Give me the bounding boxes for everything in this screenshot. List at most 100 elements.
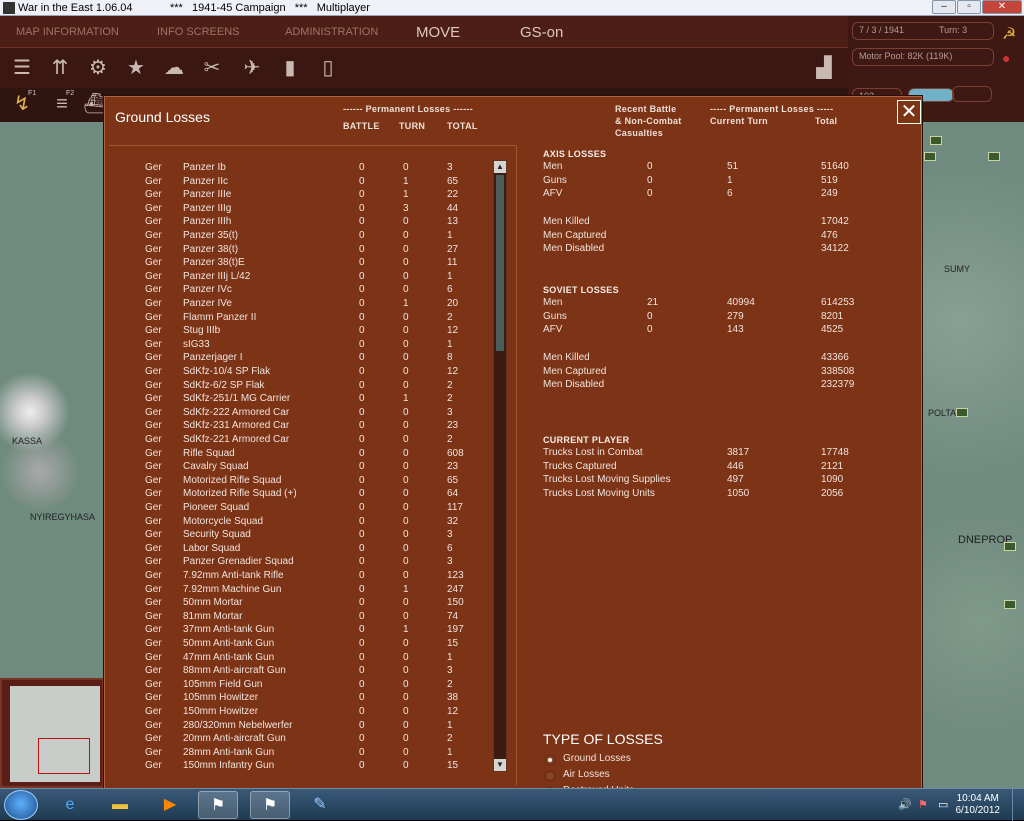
weather-icon[interactable]: ☁: [160, 54, 188, 82]
table-row[interactable]: Ger Panzer IIc 0 1 65: [109, 176, 489, 190]
supply-icon[interactable]: ✂: [198, 54, 226, 82]
minimize-button[interactable]: –: [932, 0, 956, 14]
scrollbar[interactable]: ▲ ▼: [493, 160, 507, 772]
summary-row: AFV 0 143 4525: [543, 324, 903, 338]
table-row[interactable]: Ger Motorized Rifle Squad (+) 0 0 64: [109, 488, 489, 502]
table-row[interactable]: Ger SdKfz-231 Armored Car 0 0 23: [109, 420, 489, 434]
close-panel-button[interactable]: ✕: [897, 100, 921, 124]
map-unit[interactable]: [930, 136, 942, 145]
network-icon[interactable]: ▭: [938, 798, 948, 811]
table-row[interactable]: Ger 280/320mm Nebelwerfer 0 0 1: [109, 720, 489, 734]
table-row[interactable]: Ger 88mm Anti-aircraft Gun 0 0 3: [109, 665, 489, 679]
map-unit[interactable]: [924, 152, 936, 161]
table-row[interactable]: Ger SdKfz-221 Armored Car 0 0 2: [109, 434, 489, 448]
map-unit[interactable]: [1004, 600, 1016, 609]
menu-administration[interactable]: ADMINISTRATION: [285, 26, 378, 38]
maximize-button[interactable]: ▫: [957, 0, 981, 14]
table-row[interactable]: Ger Panzer 38(t)E 0 0 11: [109, 257, 489, 271]
table-row[interactable]: Ger Panzer 38(t) 0 0 27: [109, 244, 489, 258]
table-row[interactable]: Ger 105mm Field Gun 0 0 2: [109, 679, 489, 693]
menu-info-screens[interactable]: INFO SCREENS: [157, 26, 240, 38]
table-row[interactable]: Ger Flamm Panzer II 0 0 2: [109, 312, 489, 326]
table-row[interactable]: Ger Security Squad 0 0 3: [109, 529, 489, 543]
move-button[interactable]: MOVE: [416, 24, 460, 41]
table-row[interactable]: Ger Panzer IVc 0 0 6: [109, 284, 489, 298]
summary-row: Trucks Captured 446 2121: [543, 461, 903, 475]
close-window-button[interactable]: ✕: [982, 0, 1022, 14]
map-unit[interactable]: [988, 152, 1000, 161]
losses-list[interactable]: Ger Panzer Ib 0 0 3 Ger Panzer IIc 0 1 65 Ger Panze…: [109, 145, 517, 785]
paint-icon[interactable]: ✎: [300, 791, 340, 819]
table-row[interactable]: Ger 105mm Howitzer 0 0 38: [109, 692, 489, 706]
table-row[interactable]: Ger 50mm Mortar 0 0 150: [109, 597, 489, 611]
radio-dot-icon[interactable]: [545, 755, 555, 765]
scroll-thumb[interactable]: [496, 175, 504, 351]
table-row[interactable]: Ger Labor Squad 0 0 6: [109, 543, 489, 557]
table-row[interactable]: Ger 150mm Infantry Gun 0 0 15: [109, 760, 489, 774]
fuel-icon[interactable]: ▮: [276, 54, 304, 82]
table-row[interactable]: Ger Panzer IVe 0 1 20: [109, 298, 489, 312]
volume-icon[interactable]: 🔊: [898, 798, 912, 811]
row-unit-name: Pioneer Squad: [183, 502, 250, 513]
units-icon[interactable]: ⇈: [46, 54, 74, 82]
row-turn: 0: [403, 406, 409, 418]
table-row[interactable]: Ger Rifle Squad 0 0 608: [109, 448, 489, 462]
action-center-icon[interactable]: ⚑: [918, 798, 928, 811]
table-row[interactable]: Ger Panzer 35(t) 0 0 1: [109, 230, 489, 244]
gear-icon[interactable]: ⚙: [84, 54, 112, 82]
table-row[interactable]: Ger 47mm Anti-tank Gun 0 0 1: [109, 652, 489, 666]
table-row[interactable]: Ger Panzer Ib 0 0 3: [109, 162, 489, 176]
game-task-icon[interactable]: ⚑: [198, 791, 238, 819]
row-turn: 0: [403, 447, 409, 459]
table-row[interactable]: Ger 28mm Anti-tank Gun 0 0 1: [109, 747, 489, 761]
media-icon[interactable]: ▶: [150, 791, 190, 819]
ie-icon[interactable]: e: [50, 791, 90, 819]
table-row[interactable]: Ger Panzer IIIg 0 3 44: [109, 203, 489, 217]
table-row[interactable]: Ger 81mm Mortar 0 0 74: [109, 611, 489, 625]
table-row[interactable]: Ger SdKfz-10/4 SP Flak 0 0 12: [109, 366, 489, 380]
chart-icon[interactable]: ▟: [810, 54, 838, 82]
table-row[interactable]: Ger Pioneer Squad 0 0 117: [109, 502, 489, 516]
stack-icon[interactable]: ☰: [8, 54, 36, 82]
minimap[interactable]: [0, 678, 104, 788]
folder-icon[interactable]: ▬: [100, 791, 140, 819]
menu-map-information[interactable]: MAP INFORMATION: [16, 26, 119, 38]
table-row[interactable]: Ger 7.92mm Machine Gun 0 1 247: [109, 584, 489, 598]
document-icon[interactable]: ▯: [314, 54, 342, 82]
table-row[interactable]: Ger 20mm Anti-aircraft Gun 0 0 2: [109, 733, 489, 747]
minimap-viewport[interactable]: [38, 738, 90, 774]
table-row[interactable]: Ger Motorcycle Squad 0 0 32: [109, 516, 489, 530]
table-row[interactable]: Ger sIG33 0 0 1: [109, 339, 489, 353]
gs-on-button[interactable]: GS-on: [520, 24, 563, 41]
table-row[interactable]: Ger Panzerjager I 0 0 8: [109, 352, 489, 366]
radio-dot-icon[interactable]: [545, 771, 555, 781]
table-row[interactable]: Ger Panzer IIIh 0 0 13: [109, 216, 489, 230]
star-icon[interactable]: ★: [122, 54, 150, 82]
map-unit[interactable]: [1004, 542, 1016, 551]
table-row[interactable]: Ger Panzer IIIe 0 1 22: [109, 189, 489, 203]
table-row[interactable]: Ger SdKfz-6/2 SP Flak 0 0 2: [109, 380, 489, 394]
map-unit[interactable]: [956, 408, 968, 417]
scroll-down-icon[interactable]: ▼: [494, 759, 506, 771]
row-battle: 0: [359, 502, 365, 513]
table-row[interactable]: Ger 7.92mm Anti-tank Rifle 0 0 123: [109, 570, 489, 584]
summary-label: Men Killed: [543, 216, 590, 227]
table-row[interactable]: Ger 50mm Anti-tank Gun 0 0 15: [109, 638, 489, 652]
summary-value: 143: [727, 324, 744, 336]
table-row[interactable]: Ger Motorized Rifle Squad 0 0 65: [109, 475, 489, 489]
show-desktop-button[interactable]: [1012, 789, 1024, 821]
game-task-icon-2[interactable]: ⚑: [250, 791, 290, 819]
scroll-up-icon[interactable]: ▲: [494, 161, 506, 173]
table-row[interactable]: Ger SdKfz-222 Armored Car 0 0 3: [109, 407, 489, 421]
table-row[interactable]: Ger Cavalry Squad 0 0 23: [109, 461, 489, 475]
row-turn: 0: [403, 665, 409, 677]
table-row[interactable]: Ger Stug IIIb 0 0 12: [109, 325, 489, 339]
air-icon[interactable]: ✈: [238, 54, 266, 82]
table-row[interactable]: Ger 150mm Howitzer 0 0 12: [109, 706, 489, 720]
start-button[interactable]: [4, 790, 38, 820]
table-row[interactable]: Ger SdKfz-251/1 MG Carrier 0 1 2: [109, 393, 489, 407]
table-row[interactable]: Ger Panzer IIIj L/42 0 0 1: [109, 271, 489, 285]
clock[interactable]: 10:04 AM 6/10/2012: [956, 793, 1001, 817]
table-row[interactable]: Ger 37mm Anti-tank Gun 0 1 197: [109, 624, 489, 638]
table-row[interactable]: Ger Panzer Grenadier Squad 0 0 3: [109, 556, 489, 570]
